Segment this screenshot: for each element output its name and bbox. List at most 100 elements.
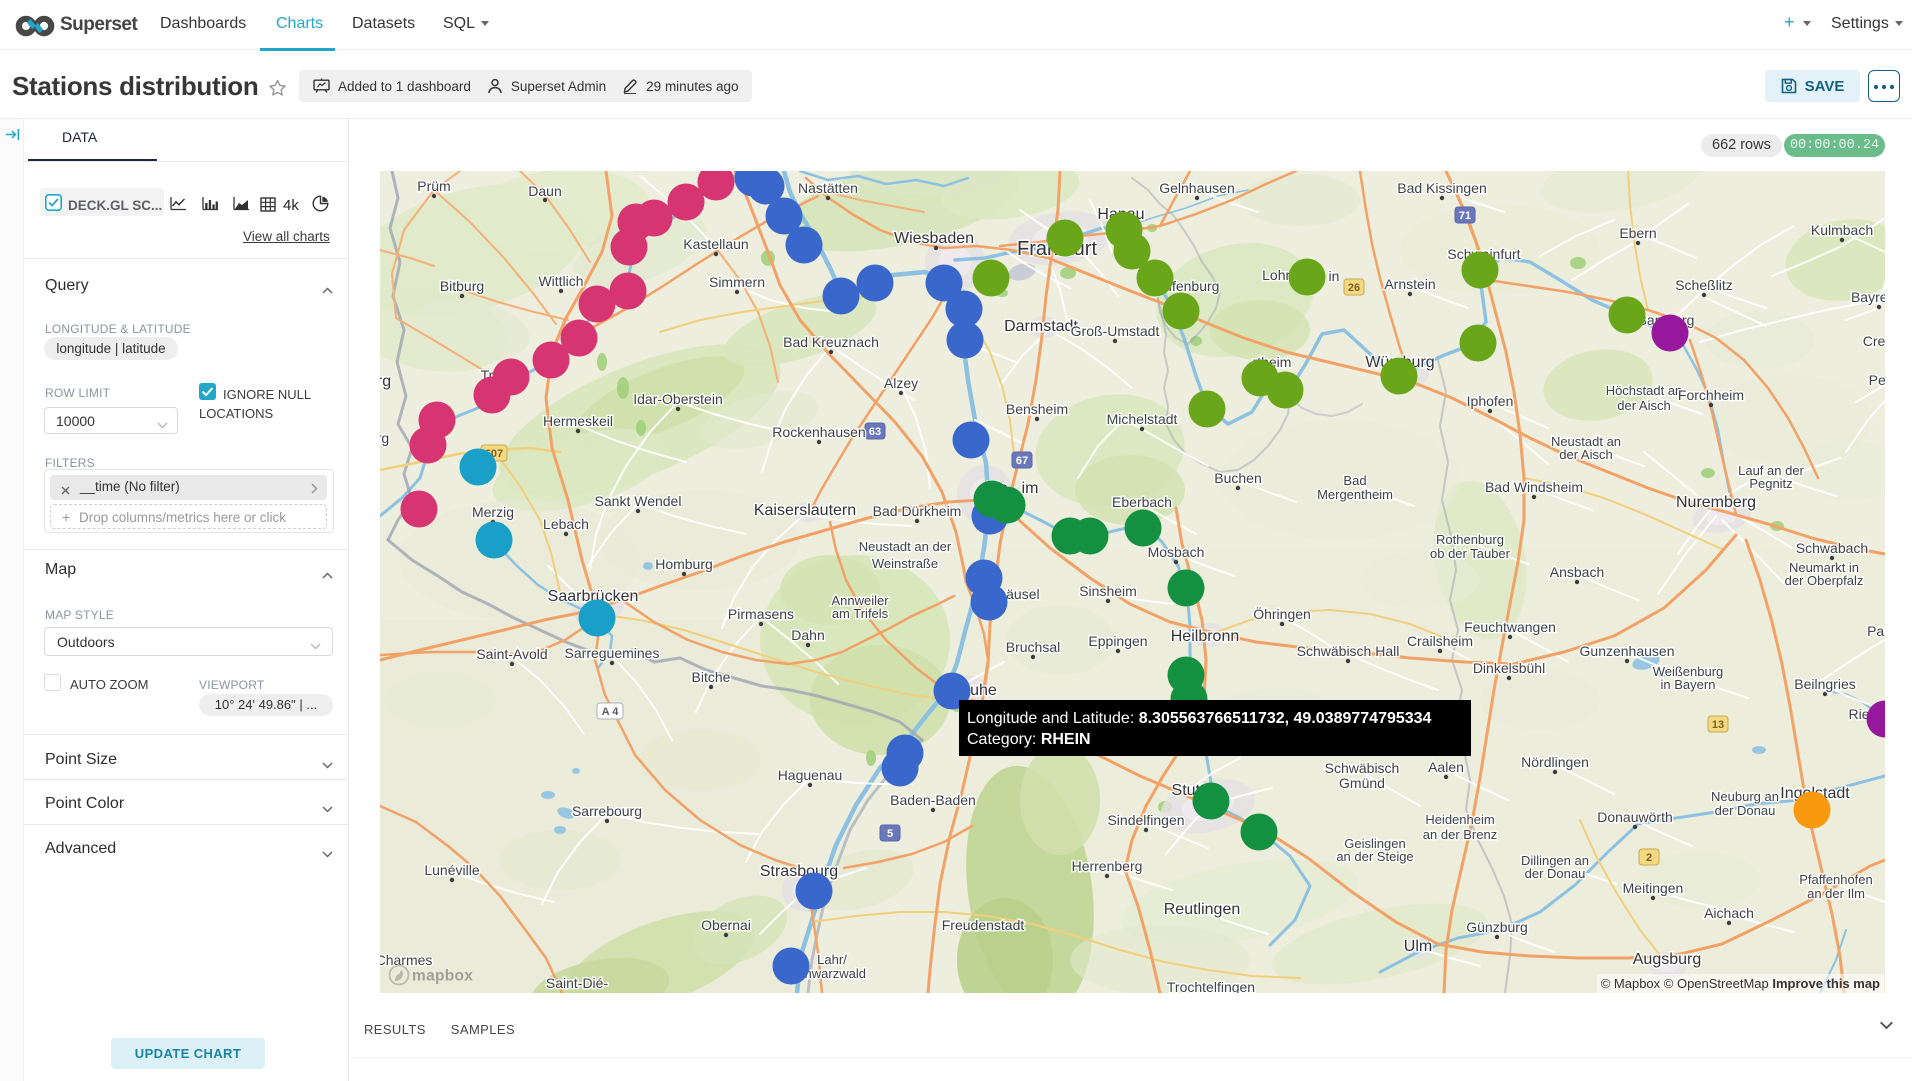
svg-text:Ansbach: Ansbach	[1550, 564, 1604, 580]
svg-text:Bayreuth: Bayreuth	[1851, 289, 1885, 305]
svg-text:2: 2	[1646, 852, 1652, 864]
svg-text:an der Brenz: an der Brenz	[1423, 827, 1497, 842]
svg-text:Prüm: Prüm	[417, 178, 450, 194]
svg-text:rg: rg	[380, 373, 391, 390]
svg-text:Kulmbach: Kulmbach	[1811, 222, 1873, 238]
svg-text:Idar-Oberstein: Idar-Oberstein	[633, 391, 722, 407]
svg-text:63: 63	[869, 426, 881, 438]
svg-text:Eberbach: Eberbach	[1112, 494, 1172, 510]
svg-text:Weinstraße: Weinstraße	[872, 556, 938, 571]
svg-text:der Aisch: der Aisch	[1559, 447, 1612, 462]
svg-text:Aalen: Aalen	[1428, 759, 1464, 775]
svg-text:Ulm: Ulm	[1404, 938, 1432, 955]
svg-text:in: in	[1329, 268, 1340, 284]
svg-text:der Oberpfalz: der Oberpfalz	[1785, 573, 1864, 588]
svg-text:Bitche: Bitche	[692, 669, 731, 685]
svg-text:Günzburg: Günzburg	[1466, 919, 1527, 935]
svg-text:Creußen: Creußen	[1863, 333, 1885, 349]
svg-text:der Aisch: der Aisch	[1617, 398, 1670, 413]
svg-text:Groß-Umstadt: Groß-Umstadt	[1071, 323, 1160, 339]
svg-text:Wittlich: Wittlich	[538, 273, 583, 289]
svg-text:Saint-Dié-: Saint-Dié-	[546, 975, 609, 991]
svg-text:Pirmasens: Pirmasens	[728, 606, 794, 622]
svg-text:Sankt Wendel: Sankt Wendel	[595, 493, 682, 509]
svg-text:Hermeskeil: Hermeskeil	[543, 413, 613, 429]
svg-text:Schwäbisch: Schwäbisch	[1325, 760, 1400, 776]
svg-text:26: 26	[1348, 282, 1360, 294]
svg-text:Pegnitz: Pegnitz	[1869, 372, 1885, 388]
svg-text:Bitburg: Bitburg	[440, 278, 484, 294]
svg-text:Freudenstadt: Freudenstadt	[942, 917, 1025, 933]
svg-text:Merzig: Merzig	[472, 504, 514, 520]
svg-text:Arnstein: Arnstein	[1384, 276, 1435, 292]
svg-text:Bruchsal: Bruchsal	[1006, 639, 1060, 655]
svg-text:der Donau: der Donau	[1525, 866, 1586, 881]
svg-text:Ebern: Ebern	[1619, 225, 1656, 241]
svg-text:Nördlingen: Nördlingen	[1521, 754, 1589, 770]
svg-text:Reutlingen: Reutlingen	[1164, 901, 1241, 918]
svg-text:Bad: Bad	[1343, 473, 1366, 488]
svg-text:Forchheim: Forchheim	[1678, 387, 1744, 403]
svg-text:Sindelfingen: Sindelfingen	[1107, 812, 1184, 828]
svg-text:Beilngries: Beilngries	[1794, 676, 1855, 692]
svg-text:Feuchtwangen: Feuchtwangen	[1464, 619, 1556, 635]
svg-text:in Bayern: in Bayern	[1661, 677, 1716, 692]
svg-text:Darmstadt: Darmstadt	[1004, 318, 1078, 335]
svg-text:Eppingen: Eppingen	[1088, 633, 1147, 649]
svg-text:Dinkelsbühl: Dinkelsbühl	[1473, 660, 1545, 676]
svg-text:Buchen: Buchen	[1214, 470, 1261, 486]
svg-text:Gmünd: Gmünd	[1339, 775, 1385, 791]
svg-text:am Trifels: am Trifels	[832, 606, 889, 621]
svg-text:Lebach: Lebach	[543, 516, 589, 532]
svg-text:Sinsheim: Sinsheim	[1079, 583, 1137, 599]
svg-text:Scheßlitz: Scheßlitz	[1675, 277, 1733, 293]
svg-text:Iphofen: Iphofen	[1467, 393, 1514, 409]
svg-text:Pfaffenhofen: Pfaffenhofen	[1799, 872, 1873, 887]
svg-text:Herrenberg: Herrenberg	[1072, 858, 1143, 874]
svg-text:Daun: Daun	[528, 183, 561, 199]
svg-text:A 4: A 4	[602, 706, 620, 718]
svg-text:Sarrebourg: Sarrebourg	[572, 803, 642, 819]
svg-text:Haguenau: Haguenau	[778, 767, 843, 783]
svg-text:Kastellaun: Kastellaun	[683, 236, 748, 252]
svg-text:Augsburg: Augsburg	[1633, 951, 1702, 968]
svg-text:Homburg: Homburg	[655, 556, 713, 572]
svg-text:5: 5	[887, 828, 893, 840]
svg-text:Gunzenhausen: Gunzenhausen	[1580, 643, 1675, 659]
svg-text:Heidenheim: Heidenheim	[1425, 812, 1494, 827]
svg-text:Meitingen: Meitingen	[1623, 880, 1684, 896]
svg-text:Alzey: Alzey	[884, 375, 918, 391]
svg-text:Pegnitz: Pegnitz	[1749, 476, 1792, 491]
svg-text:Par: Par	[1867, 623, 1885, 639]
svg-text:Obernai: Obernai	[701, 917, 751, 933]
svg-text:Öhringen: Öhringen	[1253, 605, 1311, 622]
svg-text:Dahn: Dahn	[791, 627, 824, 643]
svg-text:Schwabach: Schwabach	[1796, 540, 1868, 556]
svg-text:Saint-Avold: Saint-Avold	[476, 646, 547, 662]
svg-text:Mosbach: Mosbach	[1148, 544, 1205, 560]
svg-text:Aichach: Aichach	[1704, 905, 1754, 921]
svg-text:mapbox: mapbox	[412, 967, 473, 984]
svg-text:Bad Kissingen: Bad Kissingen	[1397, 180, 1487, 196]
svg-text:13: 13	[1712, 719, 1724, 731]
svg-text:Schwäbisch Hall: Schwäbisch Hall	[1297, 643, 1400, 659]
svg-text:Michelstadt: Michelstadt	[1107, 411, 1178, 427]
svg-text:Rothenburg: Rothenburg	[1436, 532, 1504, 547]
svg-text:Nuremberg: Nuremberg	[1676, 494, 1756, 511]
svg-text:67: 67	[1016, 455, 1028, 467]
svg-text:ob der Tauber: ob der Tauber	[1430, 546, 1511, 561]
svg-text:Wiesbaden: Wiesbaden	[894, 230, 974, 247]
svg-text:Höchstadt an: Höchstadt an	[1606, 383, 1683, 398]
svg-text:Simmern: Simmern	[709, 274, 765, 290]
svg-text:Heilbronn: Heilbronn	[1171, 628, 1239, 645]
svg-text:Crailsheim: Crailsheim	[1407, 633, 1473, 649]
svg-text:Bad Kreuznach: Bad Kreuznach	[783, 334, 879, 350]
svg-text:Sarreguemines: Sarreguemines	[565, 645, 660, 661]
svg-text:Bad Dürkheim: Bad Dürkheim	[873, 503, 962, 519]
svg-text:Baden-Baden: Baden-Baden	[890, 792, 976, 808]
svg-text:Kaiserslautern: Kaiserslautern	[754, 502, 856, 519]
svg-text:an der Steige: an der Steige	[1336, 849, 1413, 864]
svg-text:Neuburg an: Neuburg an	[1711, 789, 1779, 804]
svg-text:Lahr/: Lahr/	[817, 952, 847, 967]
svg-text:Lunéville: Lunéville	[424, 862, 479, 878]
